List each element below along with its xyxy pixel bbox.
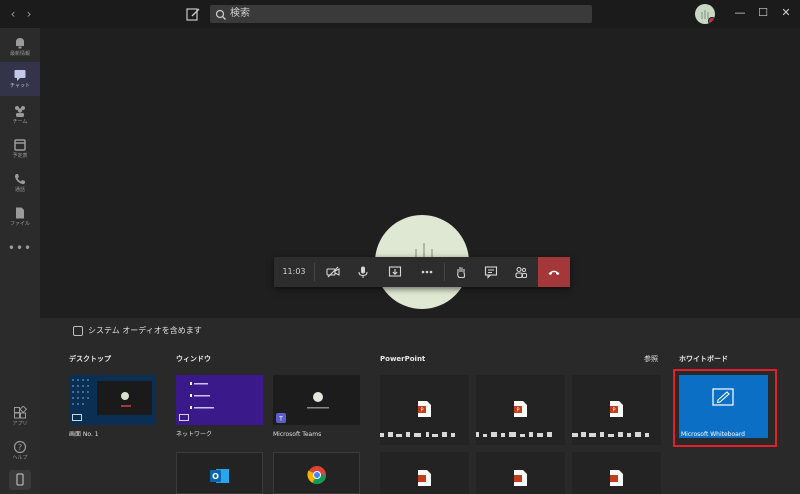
powerpoint-file-card[interactable] <box>572 452 661 494</box>
hang-up-icon <box>548 270 560 275</box>
window-label: Microsoft Teams <box>273 431 322 438</box>
rail-label: 予定表 <box>12 153 28 159</box>
rail-item-files[interactable]: ファイル <box>0 200 40 234</box>
call-timer: 11:03 <box>282 267 306 276</box>
rail-item-activity[interactable]: 最新情報 <box>0 30 40 64</box>
share-monitor-icon <box>72 414 82 421</box>
window-section-title: ウィンドウ <box>176 355 211 363</box>
svg-text:?: ? <box>18 443 22 452</box>
more-actions-button[interactable] <box>412 257 442 287</box>
powerpoint-file-icon: P <box>514 401 527 417</box>
calendar-icon <box>13 137 27 151</box>
redacted-file-name <box>572 432 649 437</box>
rail-item-calls[interactable]: 通話 <box>0 166 40 200</box>
minimize-icon[interactable]: — <box>730 4 750 22</box>
window-thumbnail-chrome[interactable] <box>273 452 360 494</box>
outlook-icon: O <box>210 469 229 483</box>
svg-text:T: T <box>278 416 283 423</box>
teams-app-icon: T <box>276 413 286 423</box>
bell-icon <box>13 35 27 49</box>
window-thumbnail-outlook[interactable]: O <box>176 452 263 494</box>
svg-text:O: O <box>212 472 219 481</box>
chat-bubble-icon <box>484 266 498 279</box>
close-icon[interactable]: ✕ <box>776 4 796 22</box>
search-input[interactable]: 検索 <box>210 5 592 23</box>
desktop-section-title: デスクトップ <box>69 355 111 363</box>
compose-icon[interactable] <box>185 6 201 22</box>
avatar[interactable] <box>695 4 715 24</box>
share-tray-icon <box>388 266 402 277</box>
rail-item-apps[interactable]: アプリ <box>0 400 40 434</box>
rail-label: 最新情報 <box>9 51 30 57</box>
rail-item-teams[interactable]: チーム <box>0 98 40 132</box>
chat-button[interactable] <box>476 257 506 287</box>
powerpoint-file-icon <box>418 470 431 486</box>
rail-label: チーム <box>12 119 28 125</box>
camera-off-icon <box>326 266 340 278</box>
apps-icon <box>13 405 28 419</box>
title-bar: ‹ › 検索 — ☐ ✕ <box>0 0 800 28</box>
hang-up-button[interactable] <box>538 257 570 287</box>
divider <box>444 263 445 281</box>
more-apps-icon[interactable]: ••• <box>0 242 40 254</box>
window-thumbnail-network[interactable] <box>176 375 263 425</box>
redacted-file-name <box>476 432 552 437</box>
rail-label: 通話 <box>14 187 25 193</box>
powerpoint-file-icon <box>610 470 623 486</box>
hand-icon <box>457 267 466 279</box>
rail-label: チャット <box>10 83 30 89</box>
phone-icon <box>13 171 27 185</box>
powerpoint-file-icon <box>514 470 527 486</box>
window-label: ネットワーク <box>176 431 213 438</box>
include-audio-checkbox[interactable] <box>73 326 83 336</box>
chrome-icon <box>307 466 326 485</box>
maximize-icon[interactable]: ☐ <box>753 4 773 22</box>
desktop-screen-thumbnail[interactable] <box>69 375 156 425</box>
powerpoint-file-card[interactable] <box>476 452 565 494</box>
share-screen-button[interactable] <box>380 257 410 287</box>
powerpoint-file-icon: P <box>610 401 623 417</box>
divider <box>314 263 315 281</box>
search-icon <box>214 7 228 21</box>
svg-text:P: P <box>420 408 423 414</box>
teams-icon <box>13 103 27 117</box>
raise-hand-button[interactable] <box>446 257 476 287</box>
share-monitor-icon <box>179 414 189 421</box>
include-audio-label: システム オーディオを含めます <box>88 326 202 335</box>
participants-button[interactable] <box>506 257 536 287</box>
search-placeholder: 検索 <box>230 8 250 19</box>
rail-label: ファイル <box>9 221 30 227</box>
microphone-button[interactable] <box>348 257 378 287</box>
whiteboard-section-title: ホワイトボード <box>679 355 728 363</box>
powerpoint-section-title: PowerPoint <box>380 355 426 363</box>
rail-item-chat[interactable]: チャット <box>0 62 40 96</box>
help-icon: ? <box>13 439 27 454</box>
desktop-label: 画面 No. 1 <box>69 431 99 438</box>
redacted-file-name <box>380 432 455 437</box>
svg-text:P: P <box>612 408 615 414</box>
browse-link[interactable]: 参照 <box>644 354 658 364</box>
back-arrow-icon[interactable]: ‹ <box>6 6 20 22</box>
powerpoint-file-card[interactable] <box>380 452 469 494</box>
app-rail: 最新情報 チャット チーム 予定表 通話 ファイル ••• アプリ ? ヘルプ <box>0 28 40 494</box>
file-icon <box>13 205 27 219</box>
forward-arrow-icon[interactable]: › <box>22 6 36 22</box>
device-icon[interactable] <box>9 470 31 490</box>
rail-label: ヘルプ <box>12 455 28 461</box>
svg-text:P: P <box>516 408 519 414</box>
rail-label: アプリ <box>12 421 28 427</box>
chat-icon <box>13 67 27 81</box>
window-thumbnail-teams[interactable]: T <box>273 375 360 425</box>
call-controls: 11:03 <box>274 257 570 287</box>
microphone-icon <box>358 266 368 278</box>
more-icon <box>421 270 433 274</box>
powerpoint-file-icon: P <box>418 401 431 417</box>
rail-item-calendar[interactable]: 予定表 <box>0 132 40 166</box>
highlight-box <box>673 369 777 447</box>
rail-item-help[interactable]: ? ヘルプ <box>0 434 40 468</box>
participants-icon <box>515 266 527 279</box>
camera-off-button[interactable] <box>318 257 348 287</box>
presence-badge <box>708 17 715 24</box>
